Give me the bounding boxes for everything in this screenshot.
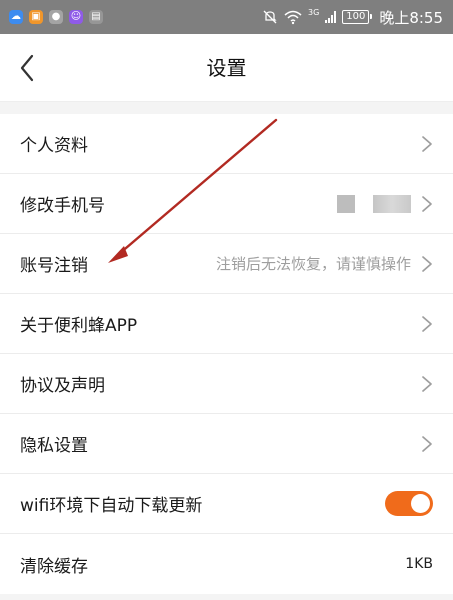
status-notifications: ☁ ▣ ● ☺ ▤ [9,10,103,24]
wifi-auto-update-row: wifi环境下自动下载更新 [0,474,453,534]
clear-cache-row[interactable]: 清除缓存 1KB [0,534,453,594]
mask-block [337,194,355,213]
about-app-row[interactable]: 关于便利蜂APP [0,294,453,354]
settings-list: 个人资料 修改手机号 账号注销 注销后无法恢复，请谨慎操作 关于便利蜂APP 协… [0,114,453,594]
orange-app-icon: ▣ [29,10,43,24]
account-cancel-info: 注销后无法恢复，请谨慎操作 [216,253,433,274]
row-label: 清除缓存 [20,556,88,577]
privacy-settings-row[interactable]: 隐私设置 [0,414,453,474]
row-hint: 注销后无法恢复，请谨慎操作 [215,255,411,273]
row-label: wifi环境下自动下载更新 [20,496,203,516]
toggle-knob [411,494,430,513]
message-app-icon: ▤ [89,10,103,24]
status-bar: ☁ ▣ ● ☺ ▤ 3G 100 晚上8:55 [0,0,453,34]
masked-phone-number [337,194,411,213]
cache-size: 1KB [405,556,433,572]
chevron-right-icon [422,315,432,332]
purple-app-icon: ☺ [69,10,83,24]
contact-app-icon: ● [49,10,63,24]
signal-icon [325,11,337,23]
chevron-right-icon [422,375,432,392]
chevron-right-icon [422,435,432,452]
status-system-icons: 3G 100 晚上8:55 [262,7,443,28]
row-label: 个人资料 [20,136,88,156]
row-label: 协议及声明 [20,376,105,396]
mask-block [373,194,411,213]
cloud-app-icon: ☁ [9,10,23,24]
battery-indicator: 100 [342,10,373,24]
agreement-row[interactable]: 协议及声明 [0,354,453,414]
mute-icon [263,10,277,24]
change-phone-row[interactable]: 修改手机号 [0,174,453,234]
chevron-right-icon [422,255,432,272]
page-title: 设置 [206,56,247,80]
row-label: 关于便利蜂APP [20,316,138,336]
chevron-right-icon [422,135,432,152]
phone-value [337,194,433,213]
row-label: 账号注销 [20,256,88,276]
wifi-icon [284,10,302,25]
chevron-right-icon [422,195,432,212]
account-cancel-row[interactable]: 账号注销 注销后无法恢复，请谨慎操作 [0,234,453,294]
profile-row[interactable]: 个人资料 [0,114,453,174]
network-type: 3G [308,8,320,17]
row-label: 修改手机号 [20,196,105,216]
settings-header: 设置 [0,34,453,102]
status-time: 晚上8:55 [379,8,443,27]
wifi-auto-update-toggle[interactable] [385,491,433,516]
row-label: 隐私设置 [20,436,88,456]
